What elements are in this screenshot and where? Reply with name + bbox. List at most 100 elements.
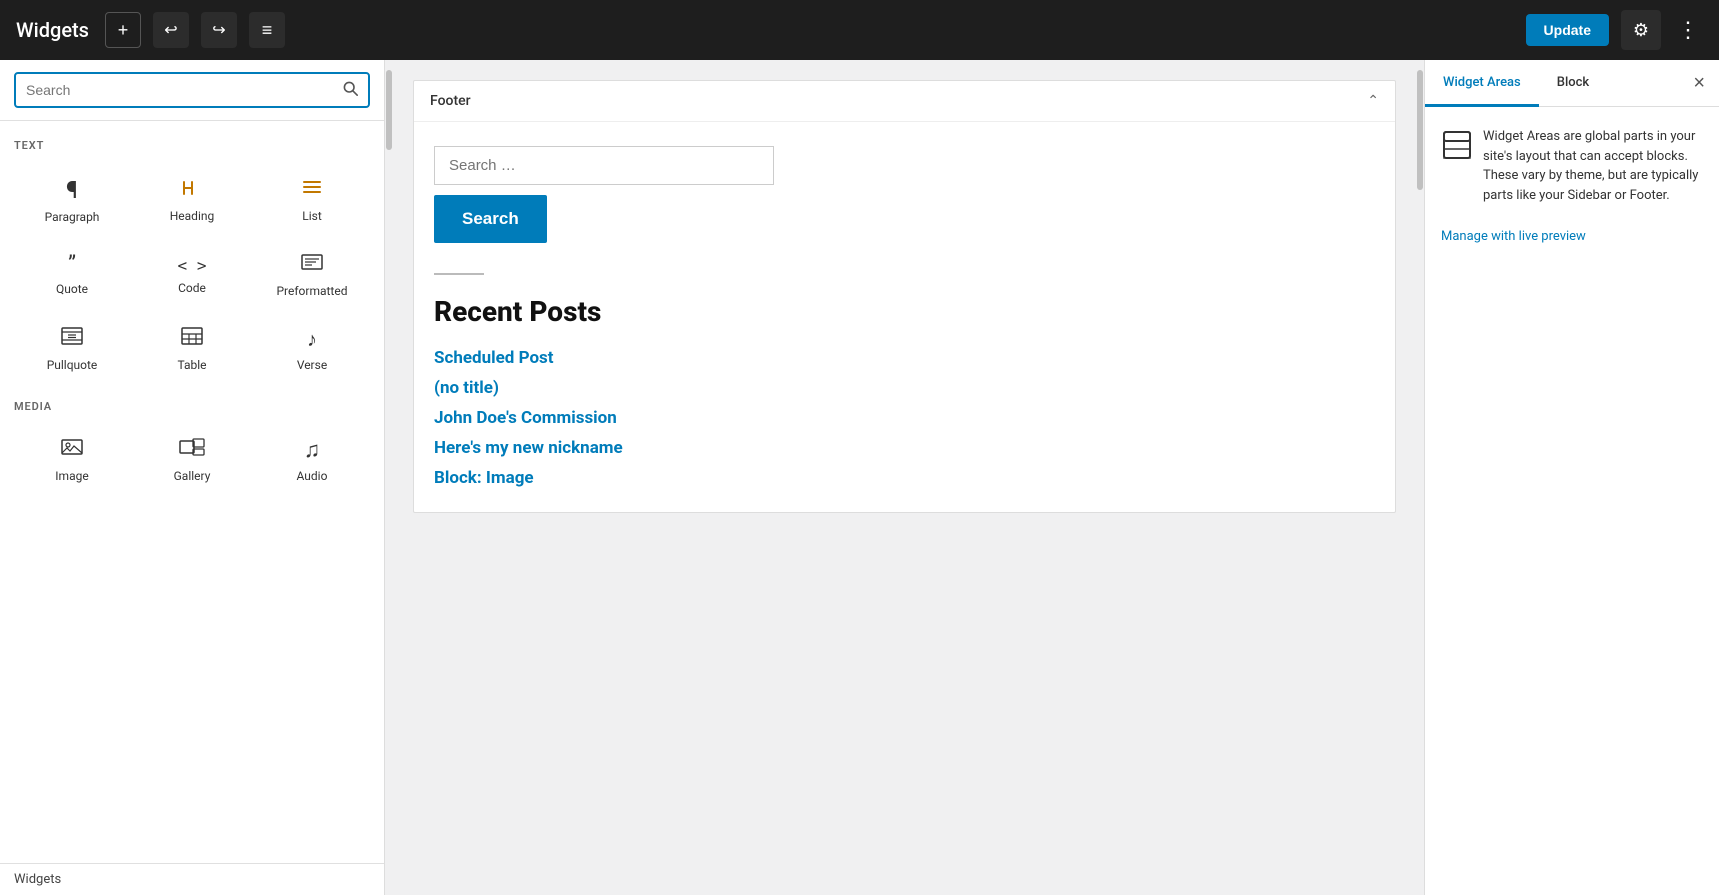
center-scroll-thumb[interactable] bbox=[1417, 70, 1423, 190]
right-panel-body: Widget Areas are global parts in your si… bbox=[1425, 107, 1719, 895]
block-list: TEXT ¶ Paragraph Heading bbox=[0, 121, 384, 863]
footer-section-header[interactable]: Footer ⌃ bbox=[414, 81, 1395, 122]
heading-icon bbox=[180, 178, 204, 203]
center-content: Footer ⌃ Search Recent Posts Sched bbox=[393, 60, 1416, 895]
right-panel: Widget Areas Block × Widget Areas are gl… bbox=[1424, 60, 1719, 895]
preformatted-label: Preformatted bbox=[276, 284, 347, 298]
recent-posts-title: Recent Posts bbox=[434, 295, 1375, 328]
topbar: Widgets + ↩ ↪ ≡ Update ⚙ ⋮ bbox=[0, 0, 1719, 60]
tab-block[interactable]: Block bbox=[1539, 61, 1607, 107]
text-blocks-grid: ¶ Paragraph Heading bbox=[14, 164, 370, 384]
text-section-label: TEXT bbox=[14, 139, 370, 152]
pullquote-label: Pullquote bbox=[47, 358, 98, 372]
list-view-button[interactable]: ≡ bbox=[249, 12, 285, 48]
widget-areas-description: Widget Areas are global parts in your si… bbox=[1483, 127, 1703, 205]
block-item-paragraph[interactable]: ¶ Paragraph bbox=[14, 164, 130, 236]
widget-areas-icon bbox=[1443, 131, 1471, 159]
block-item-code[interactable]: < > Code bbox=[134, 240, 250, 310]
manage-live-preview-link[interactable]: Manage with live preview bbox=[1441, 229, 1586, 244]
list-item: John Doe's Commission bbox=[434, 408, 1375, 428]
recent-post-link-3[interactable]: John Doe's Commission bbox=[434, 408, 617, 428]
recent-post-link-4[interactable]: Here's my new nickname bbox=[434, 438, 623, 458]
divider bbox=[434, 273, 484, 275]
paragraph-icon: ¶ bbox=[66, 176, 78, 204]
pullquote-icon bbox=[60, 326, 84, 352]
tab-widget-areas[interactable]: Widget Areas bbox=[1425, 61, 1539, 107]
search-icon bbox=[342, 80, 358, 100]
left-footer-label: Widgets bbox=[14, 872, 61, 887]
left-scrollbar[interactable] bbox=[385, 60, 393, 895]
verse-label: Verse bbox=[297, 358, 327, 372]
app-title: Widgets bbox=[16, 18, 89, 42]
paragraph-label: Paragraph bbox=[45, 210, 100, 224]
quote-label: Quote bbox=[56, 282, 88, 296]
block-item-table[interactable]: Table bbox=[134, 314, 250, 384]
recent-post-link-1[interactable]: Scheduled Post bbox=[434, 348, 554, 368]
media-section-label: MEDIA bbox=[14, 400, 370, 413]
search-widget: Search bbox=[434, 146, 1375, 243]
block-item-audio[interactable]: ♫ Audio bbox=[254, 425, 370, 495]
footer-body: Search Recent Posts Scheduled Post (no t… bbox=[414, 122, 1395, 512]
footer-search-button[interactable]: Search bbox=[434, 195, 547, 243]
redo-button[interactable]: ↪ bbox=[201, 12, 237, 48]
block-item-gallery[interactable]: Gallery bbox=[134, 425, 250, 495]
left-scroll-thumb[interactable] bbox=[386, 70, 392, 150]
close-panel-button[interactable]: × bbox=[1679, 62, 1719, 105]
add-block-button[interactable]: + bbox=[105, 12, 141, 48]
block-item-preformatted[interactable]: Preformatted bbox=[254, 240, 370, 310]
footer-search-input[interactable] bbox=[434, 146, 774, 185]
recent-posts-list: Scheduled Post (no title) John Doe's Com… bbox=[434, 348, 1375, 488]
more-options-button[interactable]: ⋮ bbox=[1673, 13, 1703, 47]
update-button[interactable]: Update bbox=[1526, 14, 1609, 46]
list-item: Block: Image bbox=[434, 468, 1375, 488]
verse-icon: ♪ bbox=[307, 327, 317, 352]
table-icon bbox=[180, 326, 204, 352]
code-label: Code bbox=[178, 281, 206, 295]
left-footer: Widgets bbox=[0, 863, 384, 895]
widget-areas-icon-wrap bbox=[1441, 129, 1473, 161]
gallery-icon bbox=[179, 437, 205, 463]
block-search-area bbox=[0, 60, 384, 121]
more-icon: ⋮ bbox=[1677, 17, 1699, 42]
block-item-verse[interactable]: ♪ Verse bbox=[254, 314, 370, 384]
footer-section-title: Footer bbox=[430, 93, 471, 109]
redo-icon: ↪ bbox=[212, 20, 225, 40]
block-item-heading[interactable]: Heading bbox=[134, 164, 250, 236]
chevron-up-icon: ⌃ bbox=[1367, 93, 1379, 109]
widget-areas-text: Widget Areas are global parts in your si… bbox=[1483, 127, 1703, 205]
preformatted-icon bbox=[300, 252, 324, 278]
block-item-pullquote[interactable]: Pullquote bbox=[14, 314, 130, 384]
quote-icon: ” bbox=[68, 254, 76, 276]
main-layout: TEXT ¶ Paragraph Heading bbox=[0, 60, 1719, 895]
block-search-box[interactable] bbox=[14, 72, 370, 108]
list-item: (no title) bbox=[434, 378, 1375, 398]
gear-icon: ⚙ bbox=[1633, 20, 1649, 41]
settings-button[interactable]: ⚙ bbox=[1621, 10, 1661, 50]
list-block-icon bbox=[300, 177, 324, 203]
image-label: Image bbox=[55, 469, 88, 483]
left-panel: TEXT ¶ Paragraph Heading bbox=[0, 60, 385, 895]
list-label: List bbox=[302, 209, 322, 223]
list-item: Here's my new nickname bbox=[434, 438, 1375, 458]
heading-label: Heading bbox=[170, 209, 215, 223]
add-icon: + bbox=[118, 20, 129, 41]
undo-button[interactable]: ↩ bbox=[153, 12, 189, 48]
block-item-list[interactable]: List bbox=[254, 164, 370, 236]
block-item-quote[interactable]: ” Quote bbox=[14, 240, 130, 310]
block-item-image[interactable]: Image bbox=[14, 425, 130, 495]
center-scrollbar[interactable] bbox=[1416, 60, 1424, 895]
footer-section: Footer ⌃ Search Recent Posts Sched bbox=[413, 80, 1396, 513]
code-icon: < > bbox=[178, 256, 207, 275]
audio-label: Audio bbox=[297, 469, 328, 483]
gallery-label: Gallery bbox=[174, 469, 211, 483]
undo-icon: ↩ bbox=[164, 20, 177, 40]
list-item: Scheduled Post bbox=[434, 348, 1375, 368]
image-icon bbox=[60, 437, 84, 463]
recent-post-link-2[interactable]: (no title) bbox=[434, 378, 499, 398]
widget-areas-info: Widget Areas are global parts in your si… bbox=[1441, 127, 1703, 205]
list-icon: ≡ bbox=[262, 20, 273, 41]
table-label: Table bbox=[177, 358, 206, 372]
media-blocks-grid: Image Gallery ♫ Audio bbox=[14, 425, 370, 495]
recent-post-link-5[interactable]: Block: Image bbox=[434, 468, 534, 488]
block-search-input[interactable] bbox=[26, 82, 334, 98]
